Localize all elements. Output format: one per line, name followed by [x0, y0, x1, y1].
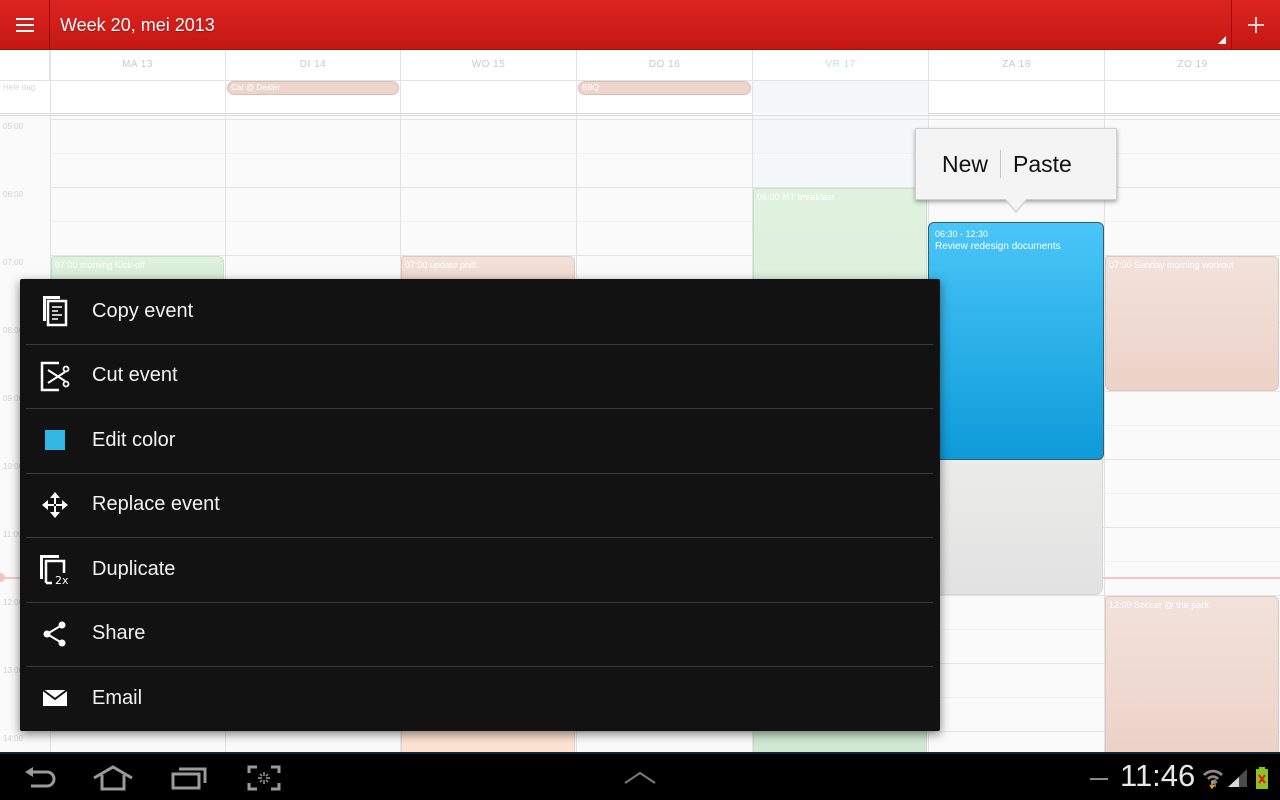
menu-item-cut-event[interactable]: Cut event [20, 343, 940, 409]
day-header-vr17[interactable]: VR 17 [753, 50, 929, 80]
all-day-label: Hele dag [3, 83, 36, 92]
menu-item-share[interactable]: Share [20, 601, 940, 667]
copy-icon [20, 295, 92, 327]
expand-tray-button[interactable] [620, 760, 660, 796]
add-event-button[interactable] [1231, 0, 1280, 50]
menu-item-label: Replace event [92, 493, 220, 516]
menu-item-copy-event[interactable]: Copy event [20, 279, 940, 344]
selected-event-time: 06:30 - 12:30 [935, 229, 989, 239]
svg-text:2x: 2x [55, 574, 69, 585]
event-context-menu: Copy event Cut event Edit color Replace … [20, 279, 940, 731]
recent-apps-button[interactable] [168, 760, 210, 796]
event-drag-ghost [929, 459, 1103, 595]
time-gutter-header [0, 50, 50, 80]
day-header-do16[interactable]: DO 16 [577, 50, 753, 80]
time-label: 14:00 [3, 734, 24, 743]
move-icon [20, 489, 92, 521]
calendar-app: Week 20, mei 2013 MA 13 DI 14 WO 15 DO 1… [0, 0, 1280, 800]
action-bar: Week 20, mei 2013 [0, 0, 1280, 50]
recent-apps-icon [171, 767, 207, 790]
selected-event[interactable]: 06:30 - 12:30 Review redesign documents [928, 222, 1104, 460]
event-sunday-workout[interactable]: 07:00 Sunday morning workout [1105, 256, 1279, 391]
popup-arrow [1004, 198, 1028, 213]
time-label: 07:00 [3, 258, 24, 267]
hamburger-menu-icon [15, 18, 34, 32]
dropdown-corner-icon[interactable] [1218, 36, 1226, 44]
notification-indicator[interactable] [1090, 778, 1108, 780]
menu-button[interactable] [0, 0, 50, 50]
day-header-zo19[interactable]: ZO 19 [1105, 50, 1280, 80]
back-icon [25, 767, 56, 788]
menu-item-label: Edit color [92, 428, 176, 451]
current-time-dot [0, 573, 5, 582]
week-title[interactable]: Week 20, mei 2013 [60, 0, 215, 50]
menu-item-email[interactable]: Email [20, 666, 940, 731]
wifi-icon [1203, 769, 1223, 790]
battery-icon [1256, 767, 1268, 789]
day-header-za18[interactable]: ZA 18 [929, 50, 1105, 80]
menu-item-label: Copy event [92, 299, 194, 322]
menu-item-label: Share [92, 622, 146, 645]
share-icon [20, 620, 92, 648]
screenshot-button[interactable] [244, 760, 284, 796]
day-header-di14[interactable]: DI 14 [226, 50, 401, 80]
home-button[interactable] [90, 760, 136, 796]
chevron-up-icon [624, 771, 656, 784]
home-icon [93, 765, 133, 791]
screenshot-icon [247, 765, 281, 791]
duplicate-icon: 2x [20, 553, 92, 585]
new-paste-popup: New Paste [915, 128, 1117, 200]
back-button[interactable] [20, 760, 60, 796]
menu-item-label: Cut event [92, 364, 178, 387]
selected-event-title: Review redesign documents [935, 241, 1061, 252]
event-soccer[interactable]: 12:00 Soccer @ the park [1105, 596, 1279, 752]
time-label: 06:00 [3, 190, 24, 199]
plus-icon [1248, 17, 1264, 33]
allday-event[interactable]: BBQ [578, 81, 751, 95]
system-navigation-bar: 11:46 [0, 752, 1280, 800]
paste-button[interactable]: Paste [1001, 151, 1084, 178]
color-swatch-icon [20, 429, 92, 451]
menu-item-label: Email [92, 686, 143, 709]
email-icon [20, 688, 92, 708]
menu-item-duplicate[interactable]: 2x Duplicate [20, 537, 940, 602]
day-header-wo15[interactable]: WO 15 [401, 50, 577, 80]
signal-icon [1228, 769, 1247, 787]
time-label: 05:00 [3, 122, 24, 131]
new-button[interactable]: New [916, 151, 1000, 178]
allday-event[interactable]: Car @ Dealer [227, 81, 399, 95]
menu-item-edit-color[interactable]: Edit color [20, 408, 940, 473]
clock[interactable]: 11:46 [1120, 758, 1195, 794]
menu-item-replace-event[interactable]: Replace event [20, 472, 940, 538]
cut-icon [20, 360, 92, 392]
today-allday-highlight [753, 81, 928, 114]
menu-item-label: Duplicate [92, 557, 176, 580]
day-header-ma13[interactable]: MA 13 [50, 50, 226, 80]
